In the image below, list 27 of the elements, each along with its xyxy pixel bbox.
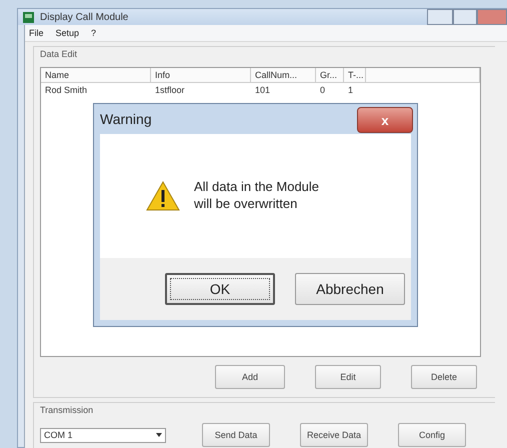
port-dropdown[interactable]: COM 1 — [40, 428, 166, 442]
menu-item[interactable]: ? — [91, 28, 96, 38]
transmission-button[interactable]: Send Data — [202, 423, 270, 447]
menu-item[interactable]: File — [29, 28, 44, 38]
column-header[interactable]: Name — [41, 68, 151, 83]
window-title: Display Call Module — [40, 12, 128, 22]
column-header[interactable]: T-... — [344, 68, 366, 83]
action-button[interactable]: Edit — [315, 365, 381, 389]
menu-item[interactable]: Setup — [56, 28, 80, 38]
table-cell-text: 101 — [254, 84, 272, 97]
dialog-button[interactable]: OK — [165, 273, 275, 305]
transmission-button[interactable]: Receive Data — [300, 423, 368, 447]
table-cell-text: 1 — [347, 84, 354, 97]
table-cell-text: Rod Smith — [44, 84, 88, 97]
column-header[interactable]: Gr... — [316, 68, 344, 83]
warning-message: All data in the Module will be overwritten — [194, 179, 320, 213]
group-title: Transmission — [40, 405, 94, 415]
column-header[interactable]: Info — [151, 68, 251, 83]
dialog-title: Warning — [100, 111, 152, 127]
dialog-button[interactable]: Abbrechen — [295, 273, 405, 305]
table-cell-text: 1stfloor — [154, 84, 186, 97]
table-cell-text: 0 — [319, 84, 326, 97]
transmission-button[interactable]: Config — [398, 423, 466, 447]
action-button[interactable]: Delete — [411, 365, 477, 389]
column-header[interactable]: CallNum... — [251, 68, 316, 83]
group-title: Data Edit — [40, 49, 78, 59]
action-button[interactable]: Add — [215, 365, 285, 389]
